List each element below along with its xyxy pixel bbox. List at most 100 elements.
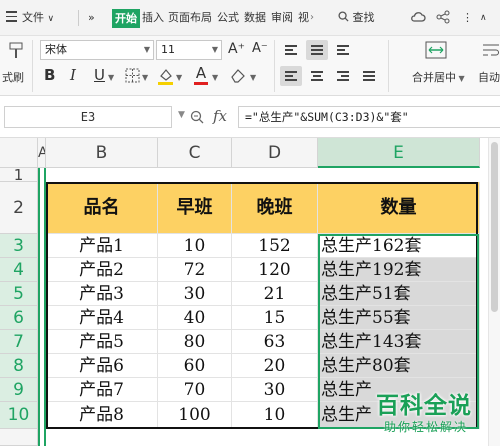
grow-font-button[interactable]: A⁺ bbox=[228, 41, 245, 57]
table-cell[interactable]: 产品5 bbox=[46, 330, 158, 354]
row-header-5[interactable]: 5 bbox=[0, 282, 38, 306]
active-cell[interactable]: 总生产162套 bbox=[318, 234, 480, 258]
borders-icon[interactable] bbox=[124, 68, 140, 84]
eraser-icon[interactable] bbox=[228, 67, 246, 85]
italic-button[interactable]: I bbox=[70, 67, 76, 83]
menu-icon[interactable] bbox=[6, 11, 17, 22]
table-cell[interactable]: 40 bbox=[158, 306, 232, 330]
chevron-down-icon[interactable]: ▼ bbox=[176, 70, 182, 86]
select-all-corner[interactable] bbox=[0, 138, 38, 168]
chevron-down-icon[interactable]: ▼ bbox=[212, 70, 218, 86]
file-menu[interactable]: 文件 ∨ bbox=[22, 10, 54, 27]
table-cell[interactable]: 总生产55套 bbox=[318, 306, 480, 330]
more-button[interactable]: » bbox=[88, 10, 95, 26]
tab-review[interactable]: 审阅 bbox=[271, 10, 293, 26]
font-color-button[interactable]: A bbox=[192, 65, 210, 85]
tab-view[interactable]: 视 bbox=[298, 10, 309, 26]
column-header-d[interactable]: D bbox=[232, 138, 318, 168]
table-cell[interactable]: 30 bbox=[232, 378, 318, 402]
fill-color-icon[interactable] bbox=[156, 67, 174, 85]
column-header-b[interactable]: B bbox=[46, 138, 158, 168]
row-header-3[interactable]: 3 bbox=[0, 234, 38, 258]
table-cell[interactable]: 10 bbox=[232, 402, 318, 429]
zoom-icon[interactable] bbox=[190, 110, 204, 124]
table-cell[interactable]: 60 bbox=[158, 354, 232, 378]
table-cell[interactable]: 10 bbox=[158, 234, 232, 258]
row-header-2[interactable]: 2 bbox=[0, 182, 38, 234]
merge-center-icon[interactable] bbox=[424, 40, 448, 62]
search-button[interactable]: 查找 bbox=[338, 10, 375, 26]
chevron-right-icon[interactable]: › bbox=[310, 10, 314, 26]
format-painter-icon[interactable] bbox=[4, 42, 28, 64]
column-header-a[interactable]: A bbox=[38, 138, 46, 168]
scrollbar-thumb[interactable] bbox=[491, 142, 498, 312]
chevron-down-icon[interactable]: ▼ bbox=[250, 70, 256, 86]
row-header-9[interactable]: 9 bbox=[0, 378, 38, 402]
font-name-select[interactable]: 宋体 ▼ bbox=[40, 40, 154, 60]
table-cell[interactable]: 产品4 bbox=[46, 306, 158, 330]
auto-wrap-label[interactable]: 自动 bbox=[478, 70, 500, 86]
table-cell[interactable]: 总生产192套 bbox=[318, 258, 480, 282]
underline-button[interactable]: U bbox=[94, 67, 105, 83]
font-size-select[interactable]: 11 ▼ bbox=[156, 40, 222, 60]
table-cell[interactable]: 72 bbox=[158, 258, 232, 282]
row-header-6[interactable]: 6 bbox=[0, 306, 38, 330]
column-header-c[interactable]: C bbox=[158, 138, 232, 168]
header-cell-quantity[interactable]: 数量 bbox=[318, 182, 480, 234]
table-cell[interactable]: 152 bbox=[232, 234, 318, 258]
collapse-ribbon-icon[interactable]: ∧ bbox=[480, 10, 487, 26]
row-header-1[interactable]: 1 bbox=[0, 168, 38, 183]
wrap-text-icon[interactable] bbox=[482, 40, 500, 62]
table-cell[interactable]: 120 bbox=[232, 258, 318, 282]
cloud-icon[interactable] bbox=[410, 10, 426, 29]
tab-data[interactable]: 数据 bbox=[244, 10, 266, 26]
table-cell[interactable]: 总生产143套 bbox=[318, 330, 480, 354]
row-header-11[interactable] bbox=[0, 429, 38, 446]
align-top-button[interactable] bbox=[280, 40, 302, 60]
chevron-down-icon[interactable]: ▼ bbox=[178, 110, 185, 120]
table-cell[interactable]: 产品6 bbox=[46, 354, 158, 378]
align-right-button[interactable] bbox=[332, 66, 354, 86]
header-cell-morning[interactable]: 早班 bbox=[158, 182, 232, 234]
row-header-10[interactable]: 10 bbox=[0, 402, 38, 429]
merge-center-button[interactable]: 合并居中 ▼ bbox=[412, 70, 465, 87]
function-icon[interactable]: fx bbox=[213, 107, 227, 125]
table-cell[interactable]: 产品2 bbox=[46, 258, 158, 282]
table-cell[interactable]: 产品1 bbox=[46, 234, 158, 258]
table-cell[interactable]: 70 bbox=[158, 378, 232, 402]
table-cell[interactable]: 15 bbox=[232, 306, 318, 330]
align-middle-button[interactable] bbox=[306, 40, 328, 60]
tab-home[interactable]: 开始 bbox=[112, 9, 140, 28]
name-box[interactable]: E3 bbox=[4, 106, 172, 128]
row-header-4[interactable]: 4 bbox=[0, 258, 38, 282]
table-cell[interactable]: 总生产80套 bbox=[318, 354, 480, 378]
align-center-button[interactable] bbox=[306, 66, 328, 86]
table-cell[interactable]: 20 bbox=[232, 354, 318, 378]
chevron-down-icon[interactable]: ▼ bbox=[108, 70, 114, 86]
table-cell[interactable]: 30 bbox=[158, 282, 232, 306]
align-left-button[interactable] bbox=[280, 66, 302, 86]
more-options-icon[interactable]: ⋮ bbox=[462, 10, 473, 26]
table-cell[interactable]: 80 bbox=[158, 330, 232, 354]
table-cell[interactable]: 产品7 bbox=[46, 378, 158, 402]
row-header-7[interactable]: 7 bbox=[0, 330, 38, 354]
row-header-8[interactable]: 8 bbox=[0, 354, 38, 378]
formula-input[interactable]: ="总生产"&SUM(C3:D3)&"套" bbox=[238, 106, 500, 128]
table-cell[interactable]: 产品3 bbox=[46, 282, 158, 306]
justify-button[interactable] bbox=[358, 66, 380, 86]
align-bottom-button[interactable] bbox=[332, 40, 354, 60]
header-cell-evening[interactable]: 晚班 bbox=[232, 182, 318, 234]
column-header-e[interactable]: E bbox=[318, 138, 480, 168]
tab-formulas[interactable]: 公式 bbox=[217, 10, 239, 26]
shrink-font-button[interactable]: A⁻ bbox=[252, 41, 268, 57]
table-cell[interactable]: 总生产51套 bbox=[318, 282, 480, 306]
table-cell[interactable]: 100 bbox=[158, 402, 232, 429]
bold-button[interactable]: B bbox=[44, 67, 55, 83]
chevron-down-icon[interactable]: ▼ bbox=[142, 70, 148, 86]
table-cell[interactable]: 产品8 bbox=[46, 402, 158, 429]
tab-insert[interactable]: 插入 bbox=[142, 10, 164, 26]
tab-page-layout[interactable]: 页面布局 bbox=[168, 10, 212, 26]
table-cell[interactable]: 63 bbox=[232, 330, 318, 354]
table-cell[interactable]: 21 bbox=[232, 282, 318, 306]
header-cell-name[interactable]: 品名 bbox=[46, 182, 158, 234]
